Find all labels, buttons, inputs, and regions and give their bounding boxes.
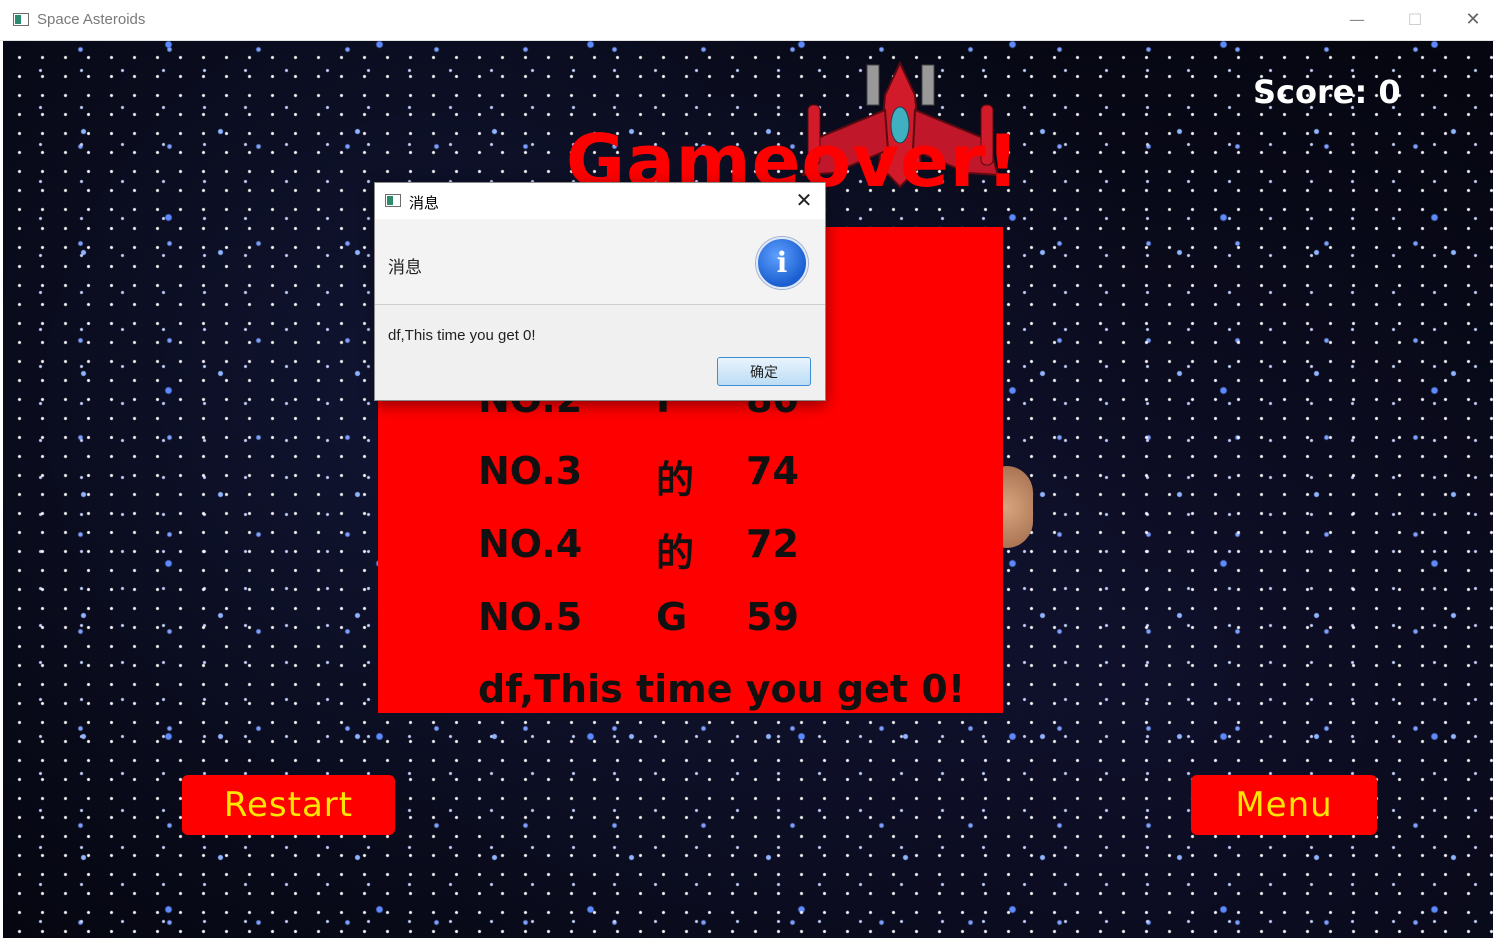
dialog-close-icon[interactable]: ✕ — [789, 187, 819, 215]
result-message: df,This time you get 0! — [478, 667, 966, 711]
player-name: 的 — [656, 531, 695, 575]
maximize-button[interactable]: ☐ — [1386, 0, 1444, 40]
dialog-title-bar[interactable]: 消息 ✕ — [375, 183, 825, 219]
window-title: Space Asteroids — [37, 11, 146, 28]
game-scene: Score: 0 Gameover! NO.2 F 80 NO.3 的 74 — [3, 41, 1493, 938]
dialog-app-icon — [385, 194, 401, 207]
player-score: 74 — [746, 449, 799, 493]
title-bar[interactable]: Space Asteroids — ☐ ✕ — [0, 0, 1495, 41]
dialog-header: 消息 i — [375, 219, 825, 305]
dialog-title: 消息 — [409, 195, 440, 212]
minimize-button[interactable]: — — [1328, 0, 1386, 40]
player-score: 59 — [746, 595, 799, 639]
menu-button[interactable]: Menu — [1191, 775, 1377, 835]
player-name: 的 — [656, 458, 695, 502]
info-icon: i — [756, 237, 808, 289]
score-display: Score: 0 — [1253, 73, 1401, 111]
ok-button[interactable]: 确定 — [717, 357, 811, 386]
message-dialog: 消息 ✕ 消息 i df,This time you get 0! 确定 — [374, 182, 826, 401]
app-window: Space Asteroids — ☐ ✕ Score: 0 Gameover!… — [0, 0, 1495, 938]
rank-label: NO.4 — [478, 522, 583, 566]
player-name: G — [656, 595, 688, 639]
dialog-message: df,This time you get 0! — [388, 327, 536, 344]
rank-label: NO.3 — [478, 449, 583, 493]
app-icon — [13, 13, 29, 26]
dialog-header-text: 消息 — [388, 258, 422, 277]
rank-label: NO.5 — [478, 595, 583, 639]
player-score: 72 — [746, 522, 799, 566]
restart-button[interactable]: Restart — [182, 775, 395, 835]
close-window-button[interactable]: ✕ — [1444, 0, 1495, 40]
